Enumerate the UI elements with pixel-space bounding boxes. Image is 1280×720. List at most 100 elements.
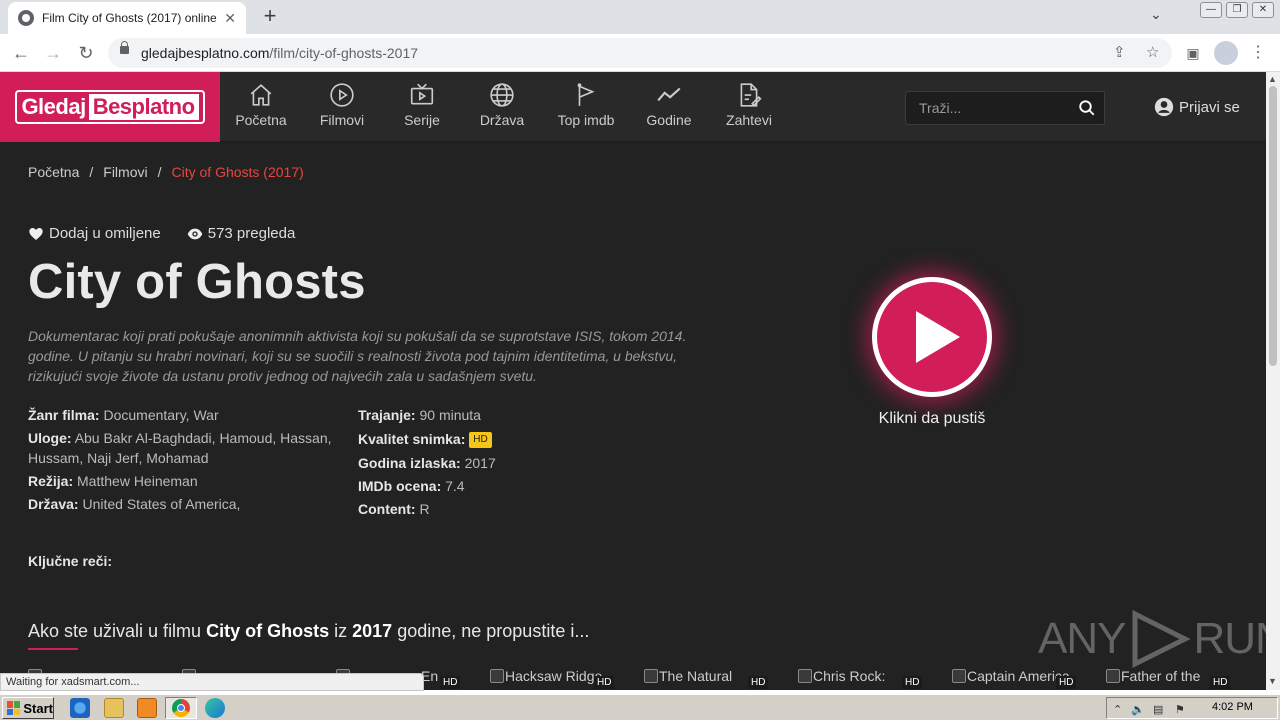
scroll-down-icon[interactable]: ▼ [1268,676,1277,686]
tab-title: Film City of Ghosts (2017) online sa pre… [42,11,218,25]
main-menu: Početna Filmovi Serije Država Top imdb G… [220,72,790,142]
menu-item-zahtevi[interactable]: Zahtevi [708,72,790,142]
browser-tab[interactable]: Film City of Ghosts (2017) online sa pre… [8,2,246,34]
forward-arrow-icon[interactable]: → [42,42,64,64]
media-player-icon[interactable] [137,698,157,718]
globe-icon [490,83,514,107]
chrome-taskbar-button[interactable] [165,697,197,719]
play-icon [916,311,960,363]
broken-image-icon [644,669,658,683]
related-card[interactable]: Captain America HD [952,668,1082,690]
related-card[interactable]: Chris Rock: HD [798,668,928,690]
anyrun-watermark: ANY RUN [1038,610,1266,668]
chart-line-icon [657,87,681,102]
chrome-icon [172,699,190,717]
menu-label: Godine [646,112,692,128]
movie-info-right: Trajanje: 90 minuta Kvalitet snimka: HD … [358,404,678,521]
bookmark-star-icon[interactable]: ☆ [1146,43,1159,61]
login-button[interactable]: Prijavi se [1154,97,1240,117]
menu-item-serije[interactable]: Serije [382,72,462,142]
director-value[interactable]: Matthew Heineman [77,473,198,489]
home-icon [250,84,272,106]
address-bar[interactable]: gledajbesplatno.com/film/city-of-ghosts-… [108,38,1172,68]
close-tab-icon[interactable]: ✕ [224,10,236,27]
menu-label: Filmovi [319,112,365,128]
menu-item-godine[interactable]: Godine [630,72,708,142]
request-icon [740,83,762,107]
genre-value[interactable]: Documentary, War [103,407,218,423]
menu-item-filmovi[interactable]: Filmovi [302,72,382,142]
logo-part1: Gledaj [21,94,86,119]
menu-item-pocetna[interactable]: Početna [220,72,302,142]
country-value[interactable]: United States of America, [82,496,240,512]
play-button[interactable] [872,277,992,397]
url-text[interactable]: gledajbesplatno.com/film/city-of-ghosts-… [141,45,418,61]
close-window-button[interactable]: ✕ [1252,2,1274,18]
menu-item-top-imdb[interactable]: Top imdb [542,72,630,142]
breadcrumb: Početna / Filmovi / City of Ghosts (2017) [28,164,304,180]
content-value: R [419,501,430,517]
search-input[interactable] [906,92,1076,124]
browser-status-bar: Waiting for xadsmart.com... [0,673,424,691]
menu-label: Serije [404,112,440,128]
related-card[interactable]: The Natural HD [644,668,774,690]
broken-image-icon [798,669,812,683]
profile-avatar[interactable] [1214,41,1238,65]
start-button[interactable]: Start [2,697,54,719]
hd-badge: HD [902,676,923,689]
quality-badge: HD [469,432,492,449]
related-card[interactable]: Father of the HD [1106,668,1236,690]
broken-image-icon [952,669,966,683]
duration-value: 90 minuta [419,407,481,423]
scrollbar-thumb[interactable] [1269,86,1277,366]
new-tab-button[interactable]: + [258,4,282,28]
action-center-flag-icon[interactable]: ⚑ [1175,703,1185,716]
duration-row: Trajanje: 90 minuta [358,407,481,423]
file-explorer-icon[interactable] [104,698,124,718]
search-icon[interactable] [1078,99,1096,117]
related-card[interactable]: Hacksaw Ridge HD [490,668,620,690]
globe-favicon-icon [18,10,34,26]
breadcrumb-current: City of Ghosts (2017) [171,164,304,180]
edge-icon[interactable] [205,698,225,718]
tab-search-chevron-icon[interactable]: ⌄ [1150,6,1162,23]
clock[interactable]: 4:02 PM [1212,701,1253,713]
scroll-up-icon[interactable]: ▲ [1268,74,1277,84]
side-panel-icon[interactable]: ▣ [1182,42,1204,64]
tab-strip: Film City of Ghosts (2017) online sa pre… [0,0,1280,34]
play-label[interactable]: Klikni da pustiš [872,410,992,428]
breadcrumb-home[interactable]: Početna [28,164,79,180]
year-value[interactable]: 2017 [465,455,496,471]
volume-icon[interactable]: 🔈 [1131,703,1145,716]
cast-row: Uloge: Abu Bakr Al-Baghdadi, Hamoud, Has… [28,430,332,466]
share-icon[interactable]: ⇪ [1113,43,1126,61]
page-scrollbar[interactable]: ▲ ▼ [1266,72,1280,690]
cast-value[interactable]: Abu Bakr Al-Baghdadi, Hamoud, Hassan, Hu… [28,430,332,466]
hd-badge: HD [1210,676,1231,689]
movie-title: City of Ghosts [28,255,366,309]
heart-icon [29,227,43,240]
menu-label: Početna [235,112,287,128]
back-arrow-icon[interactable]: ← [10,42,32,64]
web-page: Gledaj Besplatno Početna Filmovi Serije … [0,72,1266,690]
network-icon[interactable]: ▤ [1153,703,1163,716]
imdb-value: 7.4 [445,478,465,494]
country-row: Država: United States of America, [28,496,241,512]
eye-icon [187,228,203,239]
lock-icon[interactable] [120,41,129,54]
add-favorite-button[interactable]: Dodaj u omiljene [28,225,161,242]
restore-button[interactable]: ❐ [1226,2,1248,18]
movie-actions: Dodaj u omiljene 573 pregleda [28,225,321,242]
related-underline [28,648,78,650]
breadcrumb-section[interactable]: Filmovi [103,164,147,180]
browser-menu-icon[interactable]: ⋮ [1250,42,1266,62]
reload-icon[interactable]: ↻ [75,42,97,64]
flag-icon [577,83,595,106]
windows-taskbar: Start ⌃ 🔈 ▤ ⚑ 4:02 PM [0,694,1280,720]
menu-item-drzava[interactable]: Država [462,72,542,142]
minimize-button[interactable]: — [1200,2,1222,18]
internet-explorer-icon[interactable] [70,698,90,718]
site-logo[interactable]: Gledaj Besplatno [0,72,220,142]
keywords-label: Ključne reči: [28,553,113,569]
tray-expand-icon[interactable]: ⌃ [1113,703,1122,716]
